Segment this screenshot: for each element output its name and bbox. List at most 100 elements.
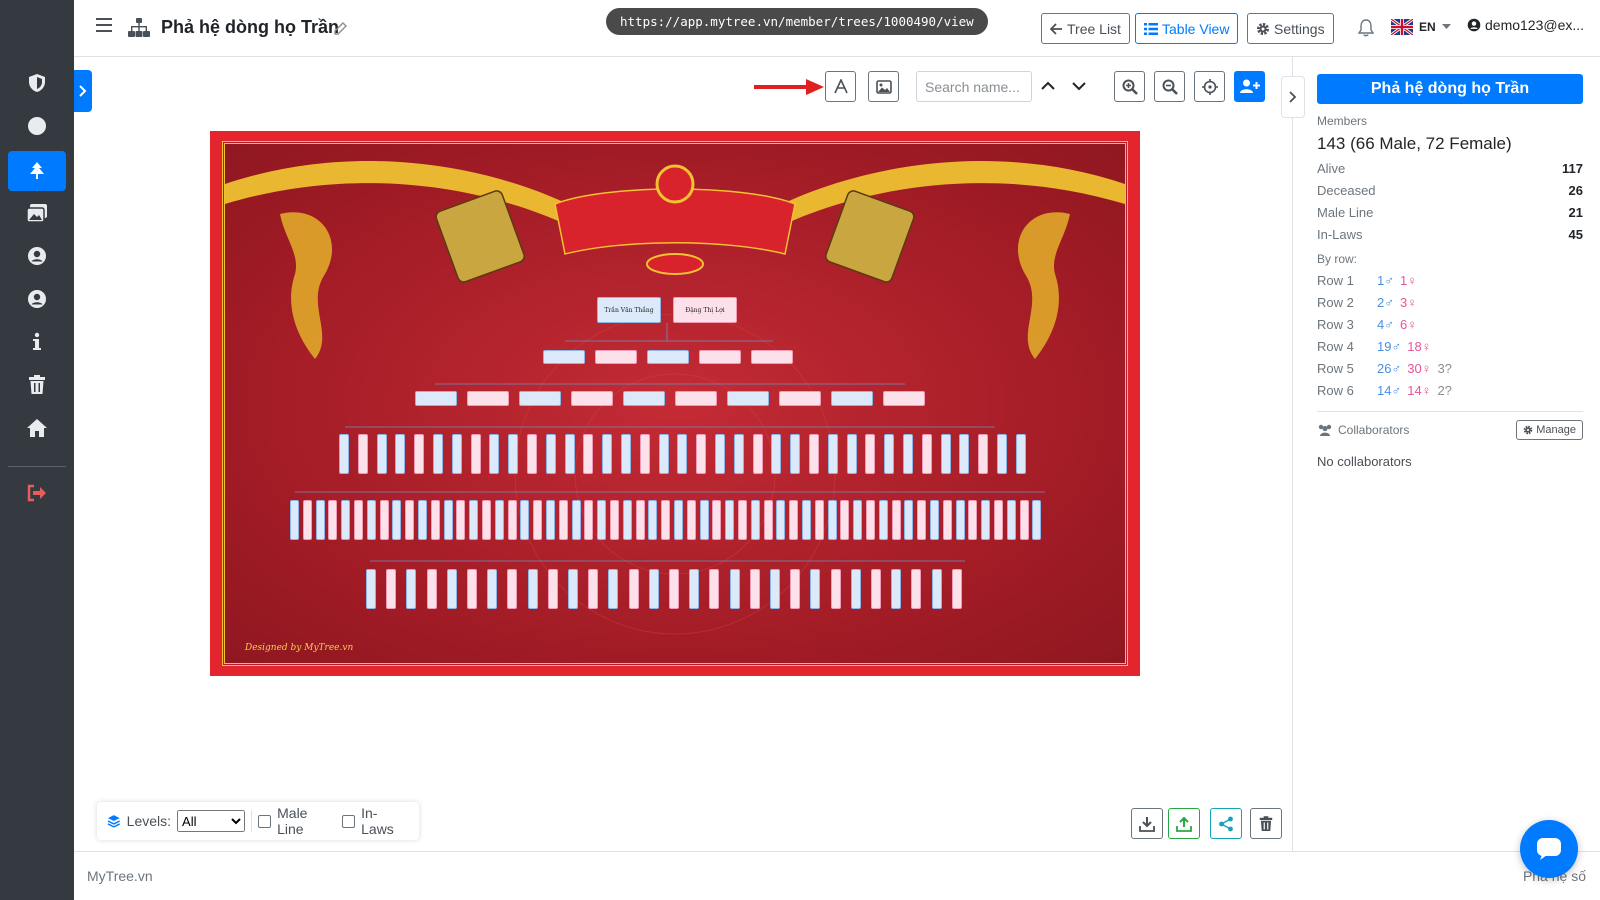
levels-select[interactable]: All [177,810,246,832]
tree-member-node[interactable] [443,500,453,540]
tree-member-node[interactable] [814,500,824,540]
tree-member-node[interactable] [414,434,425,474]
tree-member-node[interactable] [597,500,607,540]
tree-member-node[interactable] [831,391,873,406]
hamburger-menu-icon[interactable] [96,18,112,37]
tree-member-node[interactable] [994,500,1003,540]
tree-member-node[interactable] [658,434,669,474]
tree-member-node[interactable] [1032,500,1042,540]
tree-member-node[interactable] [846,434,857,474]
tree-member-node[interactable] [931,569,942,609]
tree-member-node[interactable] [686,500,696,540]
tree-member-node[interactable] [789,500,799,540]
tree-member-node[interactable] [951,569,962,609]
add-member-button[interactable] [1234,71,1265,102]
tree-member-node[interactable] [546,500,555,540]
zoom-out-button[interactable] [1154,71,1185,102]
tree-member-node[interactable] [558,500,568,540]
tree-member-node[interactable] [865,434,876,474]
tree-member-node[interactable] [621,434,631,474]
sidebar-item-gallery[interactable] [8,193,66,233]
sidebar-item-profile[interactable] [8,236,66,276]
tree-member-node[interactable] [699,350,741,364]
sidebar-item-security[interactable] [8,63,66,103]
previous-result-chevron-up-icon[interactable] [1041,78,1055,96]
tree-member-node[interactable] [547,569,558,609]
tree-member-node[interactable] [771,434,782,474]
tree-member-node[interactable] [467,569,477,609]
zoom-in-button[interactable] [1114,71,1145,102]
tree-member-node[interactable] [648,500,658,540]
tree-member-node[interactable] [1015,434,1026,474]
upload-button[interactable] [1168,808,1200,839]
tree-member-node[interactable] [978,434,989,474]
tree-member-node[interactable] [942,500,952,540]
tree-member-node[interactable] [315,500,325,540]
tree-member-node[interactable] [405,500,415,540]
tree-member-node[interactable] [469,500,479,540]
tree-member-node[interactable] [884,434,895,474]
share-button[interactable] [1210,808,1242,839]
tree-member-node[interactable] [415,391,457,406]
sidebar-item-account[interactable] [8,279,66,319]
tree-member-node[interactable] [751,350,793,364]
tree-member-node[interactable] [891,569,902,609]
tree-member-node[interactable] [674,500,683,540]
tree-member-node[interactable] [608,569,619,609]
bell-icon[interactable] [1357,19,1375,42]
tree-member-node[interactable] [302,500,312,540]
panel-title[interactable]: Phả hệ dòng họ Trần [1317,74,1583,104]
tree-member-node[interactable] [379,500,389,540]
user-menu[interactable]: demo123@ex... [1467,17,1584,33]
tree-member-node[interactable] [891,500,901,540]
tree-member-node[interactable] [1006,500,1016,540]
tree-member-node[interactable] [725,500,735,540]
tree-member-node[interactable] [677,434,688,474]
tree-member-node[interactable] [571,391,613,406]
tree-member-node[interactable] [866,500,875,540]
tree-member-node[interactable] [520,500,530,540]
tree-member-node[interactable] [568,569,578,609]
tree-member-node[interactable] [507,500,517,540]
tree-member-node[interactable] [648,569,659,609]
tree-member-node[interactable] [903,434,913,474]
tree-member-node[interactable] [917,500,927,540]
tree-member-node[interactable] [386,569,397,609]
tree-member-node[interactable] [675,391,717,406]
tree-member-node[interactable] [911,569,922,609]
chat-button[interactable] [1520,820,1578,878]
tree-member-node[interactable] [639,434,650,474]
settings-button[interactable]: Settings [1247,13,1334,44]
tree-member-node[interactable] [840,500,850,540]
sidebar-item-info[interactable] [8,322,66,362]
in-laws-checkbox[interactable] [342,814,356,828]
tree-member-node[interactable] [727,391,769,406]
background-image-button[interactable] [868,71,899,102]
tree-member-node[interactable] [810,569,821,609]
tree-member-node[interactable] [564,434,575,474]
tree-member-node[interactable] [357,434,368,474]
tree-member-node[interactable]: Trần Văn Thắng [597,297,661,323]
tree-member-node[interactable] [776,500,786,540]
tree-member-node[interactable] [779,391,821,406]
collapse-right-panel-button[interactable] [1281,76,1305,118]
expand-left-panel-button[interactable] [74,70,92,112]
tree-member-node[interactable] [418,500,427,540]
delete-button[interactable] [1250,808,1282,839]
tree-member-node[interactable] [507,569,518,609]
tree-member-node[interactable] [752,434,763,474]
edit-pencil-icon[interactable] [334,22,347,40]
tree-member-node[interactable] [871,569,881,609]
tree-member-node[interactable] [451,434,462,474]
tree-member-node[interactable] [366,569,376,609]
tree-member-node[interactable] [802,500,811,540]
family-tree-canvas[interactable]: Trần Văn Thắng Đặng Thị Lợi Designed by M… [210,131,1140,676]
tree-member-node[interactable]: Đặng Thị Lợi [673,297,737,323]
tree-member-node[interactable] [508,434,519,474]
tree-member-node[interactable] [699,500,709,540]
tree-member-node[interactable] [830,569,841,609]
tree-member-node[interactable] [622,500,632,540]
tree-member-node[interactable] [770,569,780,609]
tree-member-node[interactable] [623,391,665,406]
tree-member-node[interactable] [583,434,594,474]
